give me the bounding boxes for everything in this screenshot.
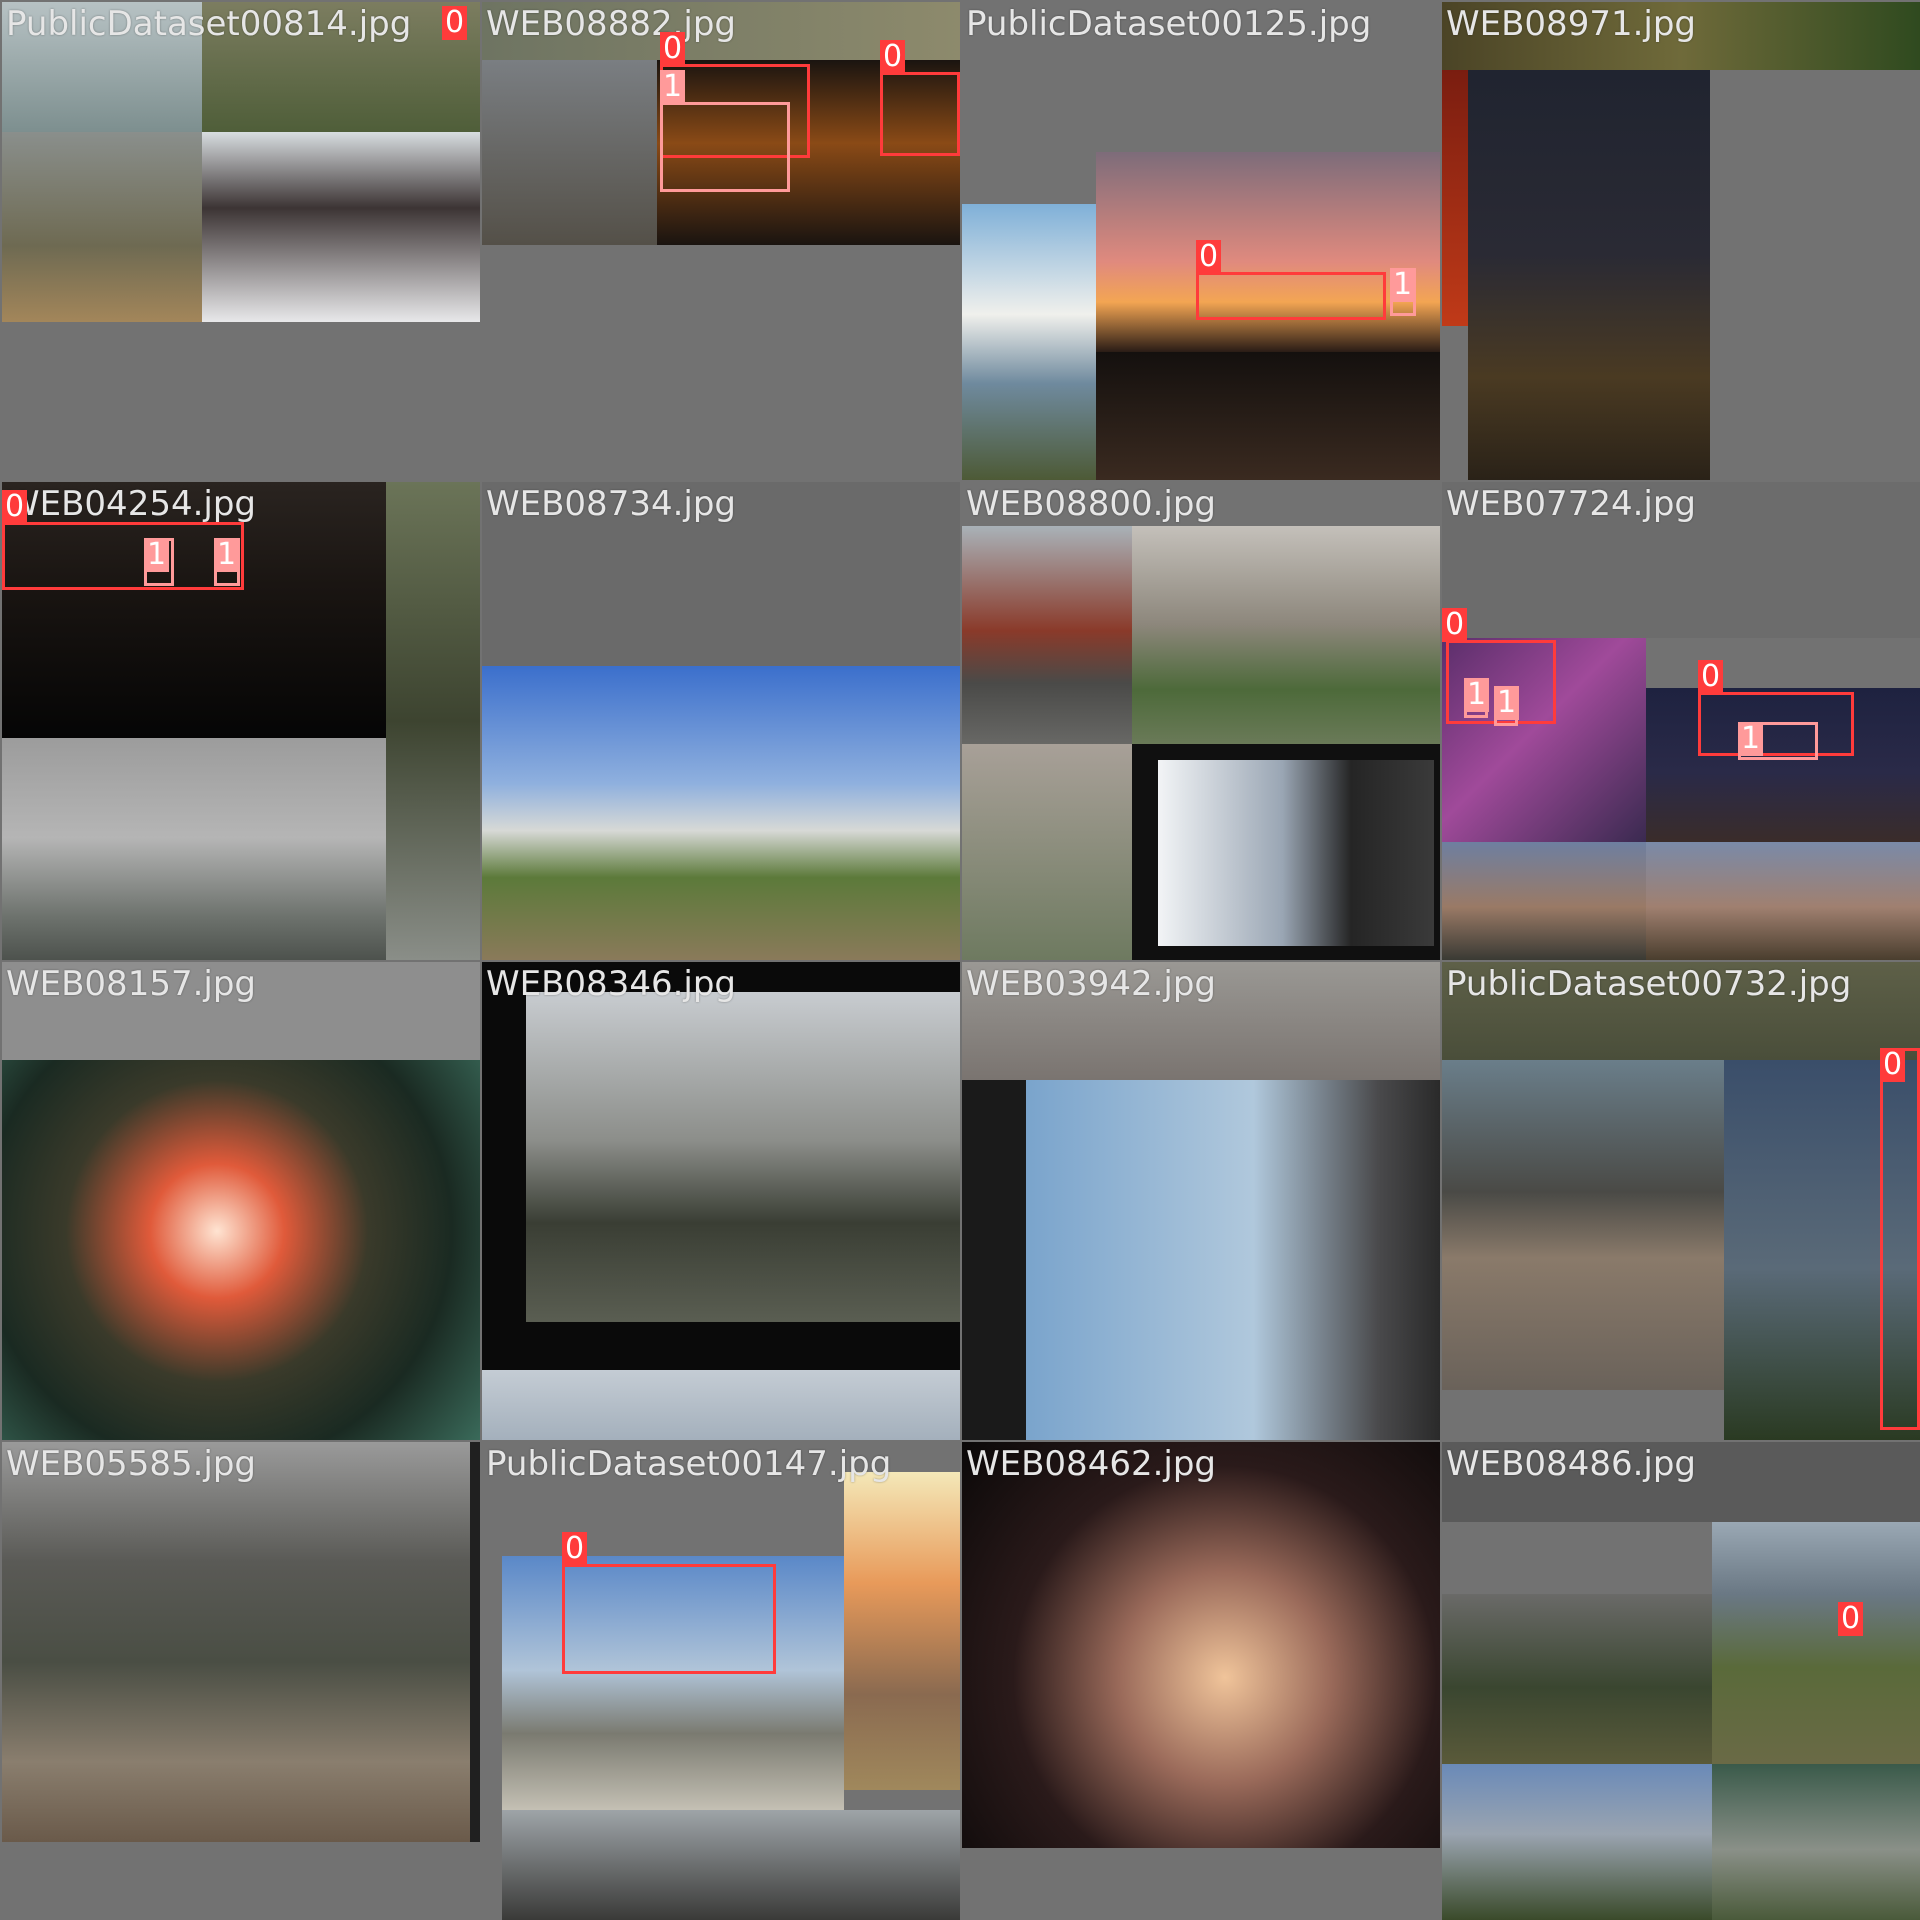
filename-label: WEB08800.jpg	[966, 484, 1217, 524]
photo-region	[1132, 526, 1440, 744]
tile: WEB08157.jpg	[2, 962, 480, 1440]
detection-label: 0	[1196, 240, 1222, 274]
photo-region	[1442, 70, 1468, 326]
tile: PublicDataset00125.jpg 0 1	[962, 2, 1440, 480]
filename-label: WEB08157.jpg	[6, 964, 257, 1004]
photo-region	[1468, 70, 1710, 480]
tile: PublicDataset00814.jpg 0	[2, 2, 480, 480]
photo-region	[2, 738, 386, 960]
tile: WEB07724.jpg 0 1 1 0 1	[1442, 482, 1920, 960]
mosaic-grid: PublicDataset00814.jpg 0 WEB08882.jpg 0 …	[0, 0, 1920, 1920]
detection-label: 1	[1390, 268, 1416, 302]
filename-label: PublicDataset00814.jpg	[6, 4, 412, 44]
filename-label: WEB08462.jpg	[966, 1444, 1217, 1484]
tile: WEB08462.jpg	[962, 1442, 1440, 1920]
detection-box	[2, 522, 244, 590]
photo-region	[2, 1060, 480, 1440]
photo-region	[482, 666, 960, 960]
tile: WEB05585.jpg	[2, 1442, 480, 1920]
detection-box	[1196, 272, 1386, 320]
photo-region	[1646, 842, 1920, 960]
filename-label: WEB03942.jpg	[966, 964, 1217, 1004]
detection-box	[880, 72, 960, 156]
photo-region	[844, 1472, 960, 1790]
photo-region	[1096, 152, 1440, 352]
tile: WEB08734.jpg	[482, 482, 960, 960]
detection-label: 0	[1698, 660, 1724, 694]
filename-label: WEB05585.jpg	[6, 1444, 257, 1484]
tile: WEB08346.jpg	[482, 962, 960, 1440]
detection-label: 0	[880, 40, 906, 74]
detection-label: 1	[1494, 686, 1520, 720]
detection-box	[562, 1564, 776, 1674]
photo-region	[482, 60, 657, 245]
detection-label: 1	[1738, 722, 1764, 756]
filename-label: WEB08971.jpg	[1446, 4, 1697, 44]
detection-label: 0	[442, 6, 468, 40]
photo-region	[1442, 1060, 1724, 1390]
tile: WEB08486.jpg 0	[1442, 1442, 1920, 1920]
filename-label: WEB07724.jpg	[1446, 484, 1697, 524]
filename-label: PublicDataset00732.jpg	[1446, 964, 1852, 1004]
photo-region	[1712, 1764, 1920, 1920]
detection-label: 0	[1880, 1048, 1906, 1082]
detection-box	[660, 102, 790, 192]
detection-label: 1	[1464, 678, 1490, 712]
detection-box	[1880, 1048, 1920, 1430]
tile: PublicDataset00147.jpg 0	[482, 1442, 960, 1920]
photo-region	[1712, 1522, 1920, 1764]
photo-region	[2, 1442, 470, 1842]
tile: PublicDataset00732.jpg 0	[1442, 962, 1920, 1440]
photo-region	[202, 132, 480, 322]
photo-region	[962, 1442, 1440, 1848]
photo-region	[502, 1810, 960, 1920]
photo-region	[2, 132, 202, 322]
photo-region	[1442, 842, 1646, 960]
filename-label: WEB04254.jpg	[6, 484, 257, 524]
photo-region	[1442, 1764, 1712, 1920]
photo-region	[386, 482, 480, 960]
detection-label: 0	[2, 490, 28, 524]
tile: WEB04254.jpg 0 1 1	[2, 482, 480, 960]
detection-label: 1	[144, 538, 170, 572]
detection-label: 1	[214, 538, 240, 572]
photo-region	[526, 992, 960, 1322]
filename-label: WEB08486.jpg	[1446, 1444, 1697, 1484]
detection-label: 0	[660, 32, 686, 66]
photo-region	[482, 1370, 960, 1440]
tile: WEB08882.jpg 0 1 0	[482, 2, 960, 480]
photo-region	[1442, 1594, 1712, 1764]
filename-label: WEB08346.jpg	[486, 964, 737, 1004]
photo-region	[1158, 760, 1434, 946]
photo-region	[1026, 1080, 1440, 1440]
detection-label: 0	[1442, 608, 1468, 642]
tile: WEB03942.jpg	[962, 962, 1440, 1440]
detection-label: 0	[562, 1532, 588, 1566]
detection-label: 1	[660, 70, 686, 104]
filename-label: WEB08882.jpg	[486, 4, 737, 44]
tile: WEB08800.jpg	[962, 482, 1440, 960]
photo-region	[962, 204, 1096, 480]
tile: WEB08971.jpg	[1442, 2, 1920, 480]
filename-label: WEB08734.jpg	[486, 484, 737, 524]
detection-label: 0	[1838, 1602, 1864, 1636]
photo-region	[962, 744, 1132, 960]
photo-region	[470, 1442, 480, 1842]
photo-region	[1096, 352, 1440, 480]
filename-label: PublicDataset00125.jpg	[966, 4, 1372, 44]
filename-label: PublicDataset00147.jpg	[486, 1444, 892, 1484]
photo-region	[962, 1080, 1026, 1440]
